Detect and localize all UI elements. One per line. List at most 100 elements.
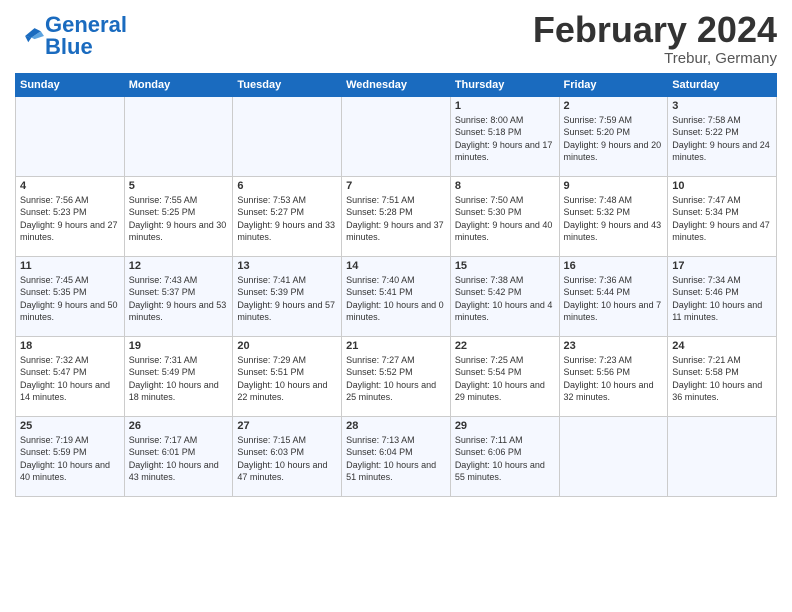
- day-number: 19: [129, 340, 229, 352]
- page-container: GeneralBlue February 2024 Trebur, German…: [0, 0, 792, 507]
- calendar-cell: 11Sunrise: 7:45 AM Sunset: 5:35 PM Dayli…: [16, 256, 125, 336]
- day-number: 5: [129, 180, 229, 192]
- calendar-week-1: 1Sunrise: 8:00 AM Sunset: 5:18 PM Daylig…: [16, 96, 777, 176]
- calendar-cell: 10Sunrise: 7:47 AM Sunset: 5:34 PM Dayli…: [668, 176, 777, 256]
- day-info: Sunrise: 7:21 AM Sunset: 5:58 PM Dayligh…: [672, 354, 772, 404]
- day-info: Sunrise: 7:51 AM Sunset: 5:28 PM Dayligh…: [346, 194, 446, 244]
- day-number: 6: [237, 180, 337, 192]
- day-number: 26: [129, 420, 229, 432]
- day-number: 20: [237, 340, 337, 352]
- day-info: Sunrise: 7:58 AM Sunset: 5:22 PM Dayligh…: [672, 114, 772, 164]
- calendar-cell: 20 Sunrise: 7:29 AM Sunset: 5:51 PM Dayli…: [233, 336, 342, 416]
- day-info: Sunrise: 7:50 AM Sunset: 5:30 PM Dayligh…: [455, 194, 555, 244]
- day-info: Sunrise: 7:48 AM Sunset: 5:32 PM Dayligh…: [564, 194, 664, 244]
- day-number: 23: [564, 340, 664, 352]
- calendar-cell: 25Sunrise: 7:19 AM Sunset: 5:59 PM Dayli…: [16, 416, 125, 496]
- day-number: 4: [20, 180, 120, 192]
- day-number: 9: [564, 180, 664, 192]
- day-info: Sunrise: 7:23 AM Sunset: 5:56 PM Dayligh…: [564, 354, 664, 404]
- calendar-cell: 23 Sunrise: 7:23 AM Sunset: 5:56 PM Dayli…: [559, 336, 668, 416]
- calendar-week-2: 4 Sunrise: 7:56 AM Sunset: 5:23 PM Daylig…: [16, 176, 777, 256]
- day-number: 14: [346, 260, 446, 272]
- day-number: 24: [672, 340, 772, 352]
- day-number: 2: [564, 100, 664, 112]
- day-info: Sunrise: 7:38 AM Sunset: 5:42 PM Dayligh…: [455, 274, 555, 324]
- day-number: 11: [20, 260, 120, 272]
- col-saturday: Saturday: [668, 73, 777, 96]
- calendar-week-3: 11Sunrise: 7:45 AM Sunset: 5:35 PM Dayli…: [16, 256, 777, 336]
- calendar-cell: 21 Sunrise: 7:27 AM Sunset: 5:52 PM Dayli…: [342, 336, 451, 416]
- day-info: Sunrise: 7:27 AM Sunset: 5:52 PM Dayligh…: [346, 354, 446, 404]
- day-info: Sunrise: 7:36 AM Sunset: 5:44 PM Dayligh…: [564, 274, 664, 324]
- day-info: Sunrise: 7:13 AM Sunset: 6:04 PM Dayligh…: [346, 434, 446, 484]
- calendar-cell: 1Sunrise: 8:00 AM Sunset: 5:18 PM Daylig…: [450, 96, 559, 176]
- calendar-cell: [342, 96, 451, 176]
- calendar-cell: [668, 416, 777, 496]
- day-info: Sunrise: 7:17 AM Sunset: 6:01 PM Dayligh…: [129, 434, 229, 484]
- day-number: 18: [20, 340, 120, 352]
- day-info: Sunrise: 7:59 AM Sunset: 5:20 PM Dayligh…: [564, 114, 664, 164]
- calendar-cell: 6 Sunrise: 7:53 AM Sunset: 5:27 PM Daylig…: [233, 176, 342, 256]
- col-thursday: Thursday: [450, 73, 559, 96]
- day-info: Sunrise: 7:31 AM Sunset: 5:49 PM Dayligh…: [129, 354, 229, 404]
- calendar-cell: 28 Sunrise: 7:13 AM Sunset: 6:04 PM Dayli…: [342, 416, 451, 496]
- calendar-body: 1Sunrise: 8:00 AM Sunset: 5:18 PM Daylig…: [16, 96, 777, 496]
- day-info: Sunrise: 7:32 AM Sunset: 5:47 PM Dayligh…: [20, 354, 120, 404]
- calendar-cell: [124, 96, 233, 176]
- col-wednesday: Wednesday: [342, 73, 451, 96]
- day-number: 13: [237, 260, 337, 272]
- day-info: Sunrise: 7:15 AM Sunset: 6:03 PM Dayligh…: [237, 434, 337, 484]
- calendar-cell: 18 Sunrise: 7:32 AM Sunset: 5:47 PM Dayli…: [16, 336, 125, 416]
- day-number: 12: [129, 260, 229, 272]
- calendar-cell: 17Sunrise: 7:34 AM Sunset: 5:46 PM Dayli…: [668, 256, 777, 336]
- day-number: 28: [346, 420, 446, 432]
- day-number: 29: [455, 420, 555, 432]
- day-number: 8: [455, 180, 555, 192]
- logo-text: GeneralBlue: [45, 14, 127, 58]
- day-info: Sunrise: 7:25 AM Sunset: 5:54 PM Dayligh…: [455, 354, 555, 404]
- day-number: 3: [672, 100, 772, 112]
- calendar-cell: 2 Sunrise: 7:59 AM Sunset: 5:20 PM Daylig…: [559, 96, 668, 176]
- calendar-cell: 16 Sunrise: 7:36 AM Sunset: 5:44 PM Dayli…: [559, 256, 668, 336]
- day-info: Sunrise: 7:34 AM Sunset: 5:46 PM Dayligh…: [672, 274, 772, 324]
- calendar-cell: 4 Sunrise: 7:56 AM Sunset: 5:23 PM Daylig…: [16, 176, 125, 256]
- day-number: 27: [237, 420, 337, 432]
- calendar-cell: 12Sunrise: 7:43 AM Sunset: 5:37 PM Dayli…: [124, 256, 233, 336]
- day-number: 7: [346, 180, 446, 192]
- calendar-cell: 22 Sunrise: 7:25 AM Sunset: 5:54 PM Dayli…: [450, 336, 559, 416]
- calendar-cell: 3 Sunrise: 7:58 AM Sunset: 5:22 PM Daylig…: [668, 96, 777, 176]
- header: GeneralBlue February 2024 Trebur, German…: [15, 10, 777, 67]
- day-number: 10: [672, 180, 772, 192]
- location-subtitle: Trebur, Germany: [533, 50, 777, 67]
- day-info: Sunrise: 7:56 AM Sunset: 5:23 PM Dayligh…: [20, 194, 120, 244]
- calendar-table: Sunday Monday Tuesday Wednesday Thursday…: [15, 73, 777, 497]
- logo-bird-icon: [17, 25, 45, 47]
- calendar-week-4: 18 Sunrise: 7:32 AM Sunset: 5:47 PM Dayli…: [16, 336, 777, 416]
- calendar-cell: 5Sunrise: 7:55 AM Sunset: 5:25 PM Daylig…: [124, 176, 233, 256]
- calendar-header: Sunday Monday Tuesday Wednesday Thursday…: [16, 73, 777, 96]
- day-info: Sunrise: 7:29 AM Sunset: 5:51 PM Dayligh…: [237, 354, 337, 404]
- col-sunday: Sunday: [16, 73, 125, 96]
- header-row: Sunday Monday Tuesday Wednesday Thursday…: [16, 73, 777, 96]
- calendar-week-5: 25Sunrise: 7:19 AM Sunset: 5:59 PM Dayli…: [16, 416, 777, 496]
- day-number: 25: [20, 420, 120, 432]
- logo: GeneralBlue: [15, 14, 127, 58]
- calendar-cell: 19 Sunrise: 7:31 AM Sunset: 5:49 PM Dayli…: [124, 336, 233, 416]
- calendar-cell: [559, 416, 668, 496]
- calendar-cell: 9 Sunrise: 7:48 AM Sunset: 5:32 PM Daylig…: [559, 176, 668, 256]
- calendar-cell: 15 Sunrise: 7:38 AM Sunset: 5:42 PM Dayli…: [450, 256, 559, 336]
- calendar-cell: 8 Sunrise: 7:50 AM Sunset: 5:30 PM Daylig…: [450, 176, 559, 256]
- day-number: 16: [564, 260, 664, 272]
- calendar-cell: 14Sunrise: 7:40 AM Sunset: 5:41 PM Dayli…: [342, 256, 451, 336]
- calendar-cell: 29Sunrise: 7:11 AM Sunset: 6:06 PM Dayli…: [450, 416, 559, 496]
- day-number: 21: [346, 340, 446, 352]
- logo-text2: Blue: [45, 34, 93, 59]
- calendar-cell: [16, 96, 125, 176]
- day-number: 22: [455, 340, 555, 352]
- month-title: February 2024: [533, 10, 777, 50]
- day-info: Sunrise: 8:00 AM Sunset: 5:18 PM Dayligh…: [455, 114, 555, 164]
- day-info: Sunrise: 7:41 AM Sunset: 5:39 PM Dayligh…: [237, 274, 337, 324]
- calendar-cell: 13 Sunrise: 7:41 AM Sunset: 5:39 PM Dayli…: [233, 256, 342, 336]
- day-number: 15: [455, 260, 555, 272]
- day-info: Sunrise: 7:53 AM Sunset: 5:27 PM Dayligh…: [237, 194, 337, 244]
